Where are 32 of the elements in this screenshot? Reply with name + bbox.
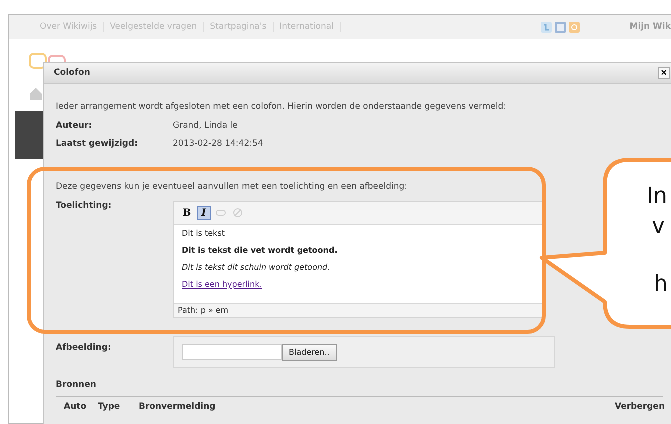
field-value: 2013-02-28 14:42:54 bbox=[173, 139, 264, 149]
intro-text: Ieder arrangement wordt afgesloten met een colofon. Hierin worden de onderstaande gegevens vermeld: bbox=[56, 102, 508, 112]
field-label: Auteur: bbox=[56, 121, 94, 131]
chain-icon bbox=[216, 210, 226, 216]
dialog-title: Colofon bbox=[54, 68, 90, 78]
callout-text: In bbox=[647, 186, 668, 208]
square-icon[interactable] bbox=[554, 22, 566, 32]
hyperlink[interactable]: Dit is een hyperlink. bbox=[182, 280, 262, 289]
editor-text: Dit is tekst bbox=[182, 229, 225, 238]
feed-icon[interactable] bbox=[568, 22, 580, 32]
broken-chain-icon bbox=[233, 208, 243, 218]
italic-button[interactable]: I bbox=[197, 206, 211, 220]
field-label: Laatst gewijzigd: bbox=[56, 139, 139, 149]
field-label: Afbeelding: bbox=[56, 343, 112, 353]
italic-text: Dit is tekst dit schuin wordt getoond. bbox=[182, 263, 330, 272]
section-heading: Bronnen bbox=[56, 380, 98, 390]
sidebar-block bbox=[15, 111, 43, 159]
callout-text: h bbox=[654, 274, 668, 296]
house-icon[interactable] bbox=[29, 87, 43, 101]
bold-button[interactable]: B bbox=[180, 206, 194, 220]
file-input-field[interactable] bbox=[182, 344, 282, 360]
column-header: Auto bbox=[64, 402, 88, 412]
bold-text: Dit is tekst die vet wordt getoond. bbox=[182, 246, 338, 255]
close-button[interactable]: × bbox=[658, 67, 670, 79]
callout-text: v bbox=[652, 216, 666, 238]
field-value: Grand, Linda le bbox=[173, 121, 239, 131]
column-header: Verbergen bbox=[614, 402, 665, 412]
field-label: Toelichting: bbox=[56, 201, 113, 211]
column-header: Bronvermelding bbox=[139, 402, 216, 412]
browse-button[interactable]: Bladeren.. bbox=[282, 344, 337, 360]
column-header: Type bbox=[98, 402, 122, 412]
note-text: Deze gegevens kun je eventueel aanvullen met een toelichting en een afbeelding: bbox=[56, 182, 409, 192]
